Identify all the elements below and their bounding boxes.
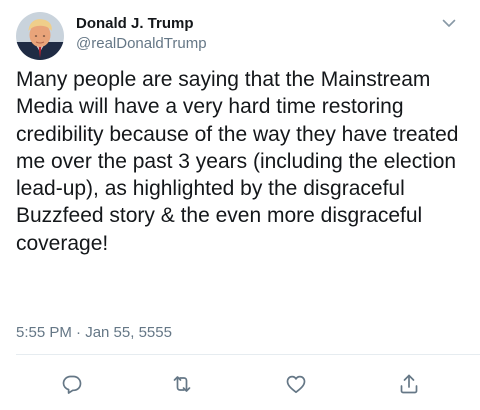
like-button[interactable] [284,372,308,396]
chevron-down-icon[interactable] [440,14,458,32]
tweet-text: Many people are saying that the Mainstre… [16,68,465,255]
retweet-button[interactable] [170,372,194,396]
heart-icon [286,375,306,394]
action-bar [0,368,480,400]
retweet-icon [173,376,191,392]
avatar-image [16,12,64,60]
share-icon [400,374,418,394]
reply-button[interactable] [60,372,84,396]
divider [16,354,480,355]
avatar[interactable] [16,12,64,60]
share-button[interactable] [397,372,421,396]
author-handle[interactable]: @realDonaldTrump [76,35,207,53]
tweet-timestamp[interactable]: 5:55 PM · Jan 55, 5555 [16,323,172,343]
reply-icon [62,375,82,394]
tweet-card: Donald J. Trump @realDonaldTrump Many pe… [0,0,480,410]
author-name[interactable]: Donald J. Trump [76,15,194,33]
